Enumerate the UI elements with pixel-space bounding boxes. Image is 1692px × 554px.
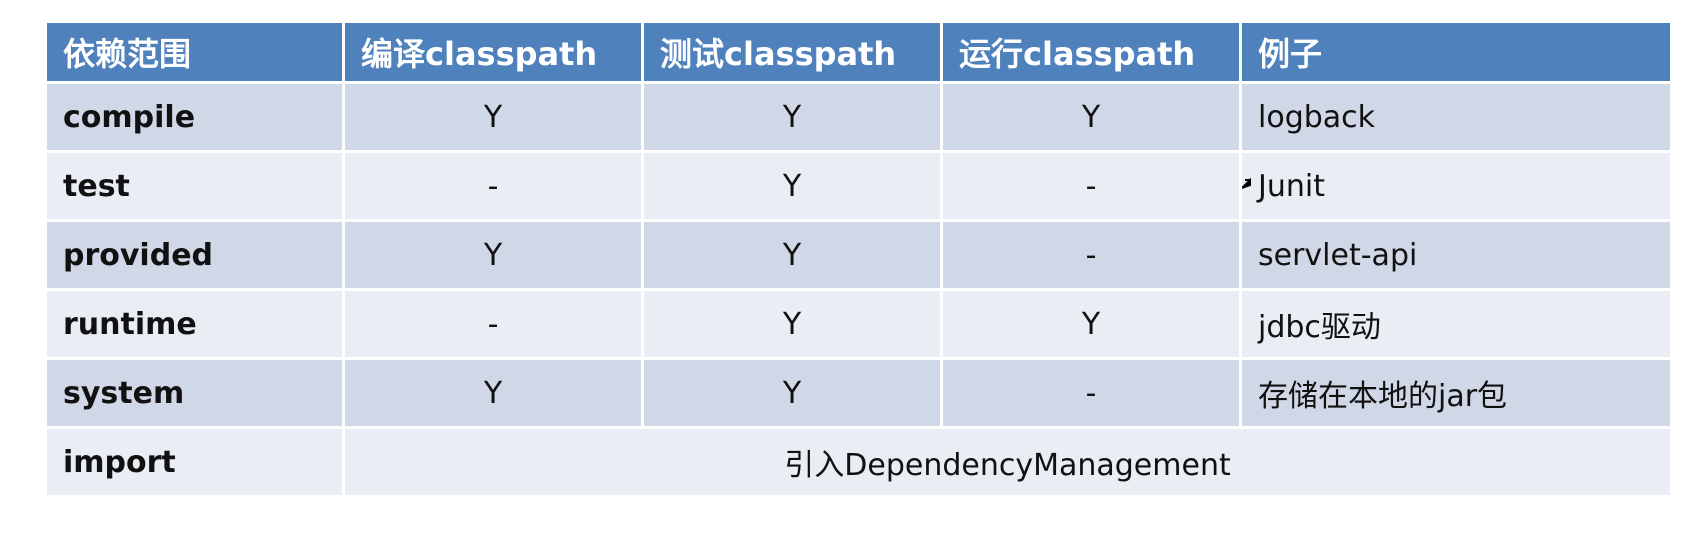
scope-cell: provided	[47, 222, 342, 288]
example-text: Junit	[1258, 168, 1325, 204]
scope-cell: test	[47, 153, 342, 219]
scope-cell: runtime	[47, 291, 342, 357]
compile-classpath-cell: Y	[345, 222, 641, 288]
compile-classpath-cell: -	[345, 153, 641, 219]
table-row: system Y Y - 存储在本地的jar包	[47, 360, 1670, 426]
table-row-import: import 引入DependencyManagement	[47, 429, 1670, 495]
table-row: compile Y Y Y logback	[47, 84, 1670, 150]
scope-cell: system	[47, 360, 342, 426]
compile-classpath-cell: Y	[345, 84, 641, 150]
compile-classpath-cell: Y	[345, 360, 641, 426]
mouse-cursor-icon	[1242, 176, 1254, 190]
header-example: 例子	[1242, 23, 1670, 81]
test-classpath-cell: Y	[644, 291, 940, 357]
slide: 依赖范围 编译classpath 测试classpath 运行classpath…	[0, 0, 1692, 554]
example-cell: Junit	[1242, 153, 1670, 219]
import-merged-cell: 引入DependencyManagement	[345, 429, 1670, 495]
table-header-row: 依赖范围 编译classpath 测试classpath 运行classpath…	[47, 23, 1670, 81]
test-classpath-cell: Y	[644, 222, 940, 288]
runtime-classpath-cell: Y	[943, 291, 1239, 357]
table-row: provided Y Y - servlet-api	[47, 222, 1670, 288]
runtime-classpath-cell: -	[943, 222, 1239, 288]
runtime-classpath-cell: Y	[943, 84, 1239, 150]
dependency-scope-table: 依赖范围 编译classpath 测试classpath 运行classpath…	[44, 20, 1673, 498]
example-cell: jdbc驱动	[1242, 291, 1670, 357]
table-row: test - Y - Junit	[47, 153, 1670, 219]
scope-cell: import	[47, 429, 342, 495]
example-cell: servlet-api	[1242, 222, 1670, 288]
runtime-classpath-cell: -	[943, 360, 1239, 426]
test-classpath-cell: Y	[644, 153, 940, 219]
example-cell: 存储在本地的jar包	[1242, 360, 1670, 426]
scope-cell: compile	[47, 84, 342, 150]
test-classpath-cell: Y	[644, 84, 940, 150]
header-runtime-classpath: 运行classpath	[943, 23, 1239, 81]
compile-classpath-cell: -	[345, 291, 641, 357]
example-cell: logback	[1242, 84, 1670, 150]
header-test-classpath: 测试classpath	[644, 23, 940, 81]
header-compile-classpath: 编译classpath	[345, 23, 641, 81]
runtime-classpath-cell: -	[943, 153, 1239, 219]
table-row: runtime - Y Y jdbc驱动	[47, 291, 1670, 357]
test-classpath-cell: Y	[644, 360, 940, 426]
header-scope: 依赖范围	[47, 23, 342, 81]
